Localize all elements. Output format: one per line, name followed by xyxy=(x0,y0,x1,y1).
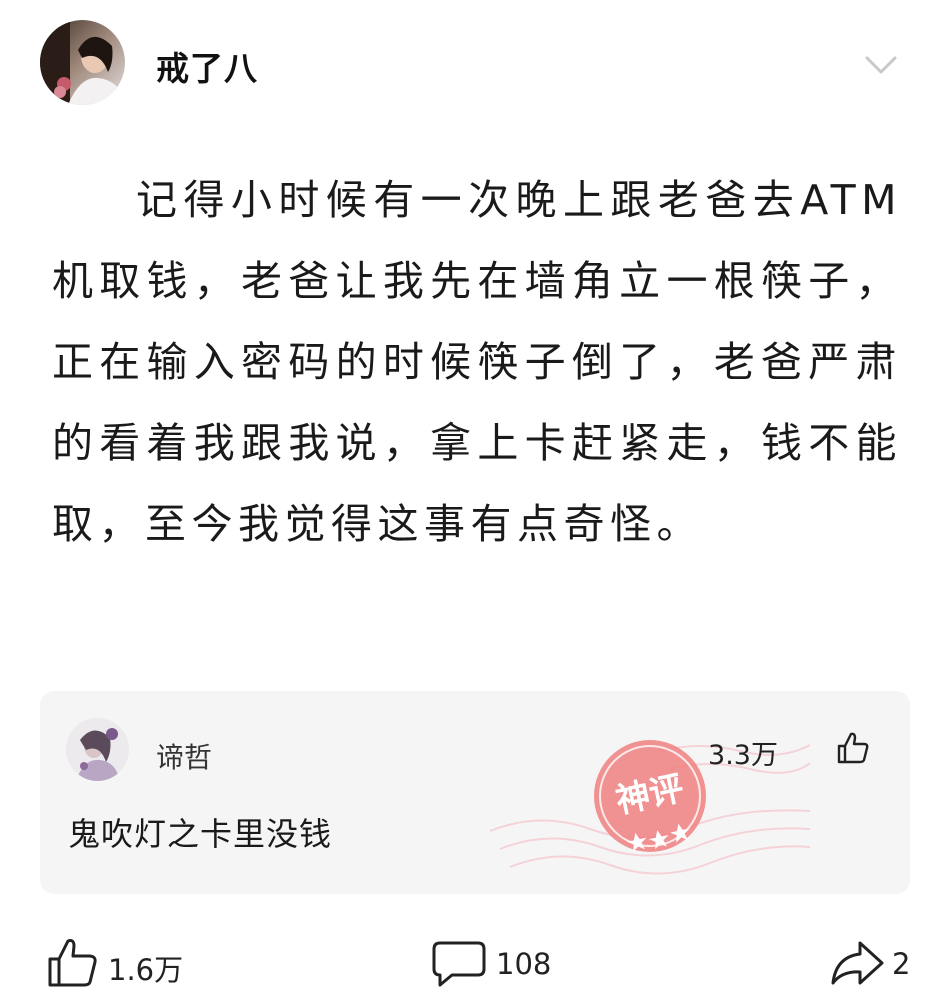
author-avatar[interactable] xyxy=(40,20,125,105)
comment-count: 108 xyxy=(496,947,552,981)
action-bar: 1.6万 108 2 xyxy=(0,925,950,1000)
comment-text: 鬼吹灯之卡里没钱 xyxy=(68,815,333,853)
post-body-text: 记得小时候有一次晚上跟老爸去ATM机取钱，老爸让我先在墙角立一根筷子，正在输入密… xyxy=(52,176,902,548)
commenter-name[interactable]: 谛哲 xyxy=(156,736,212,776)
post-header: 戒了八 xyxy=(0,0,950,130)
share-icon[interactable] xyxy=(830,937,884,989)
share-count: 2 xyxy=(892,947,911,981)
chevron-down-icon[interactable] xyxy=(864,52,898,78)
thumbs-up-icon[interactable] xyxy=(836,731,870,765)
comment-like-count: 3.3万 xyxy=(708,740,778,771)
comment-icon[interactable] xyxy=(432,937,486,989)
top-comment-card[interactable]: 神评 谛哲 3.3万 鬼吹灯之卡里没钱 xyxy=(40,691,910,894)
commenter-avatar[interactable] xyxy=(66,718,129,781)
author-name[interactable]: 戒了八 xyxy=(156,42,258,90)
like-count: 1.6万 xyxy=(108,953,184,987)
like-icon[interactable] xyxy=(46,937,100,989)
